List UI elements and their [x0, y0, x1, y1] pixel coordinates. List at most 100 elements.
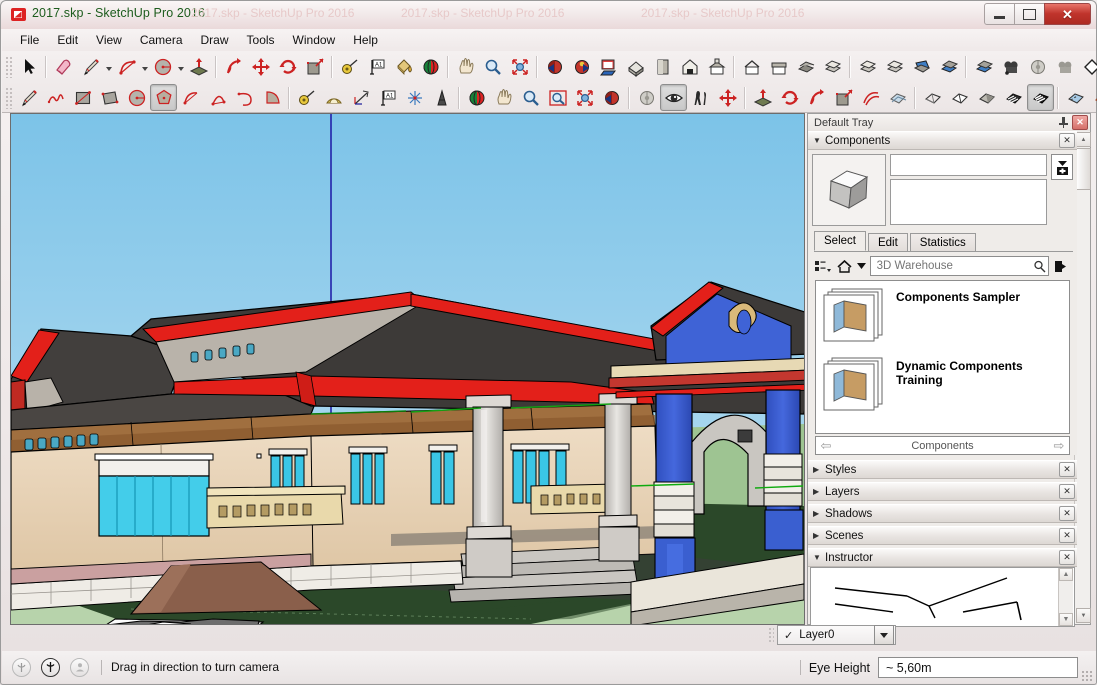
panel-header-components[interactable]: ▼ Components ✕	[808, 131, 1077, 150]
tape-measure-tool[interactable]	[336, 53, 363, 80]
section-display[interactable]	[935, 53, 962, 80]
zoom-window-tool[interactable]	[544, 84, 571, 111]
line-tool-2[interactable]	[15, 84, 42, 111]
styles-panel-close[interactable]: ✕	[1059, 462, 1075, 477]
layer-toolbar-grip[interactable]	[768, 627, 774, 643]
view-back[interactable]	[738, 53, 765, 80]
pan-tool[interactable]	[452, 53, 479, 80]
offset-tool[interactable]	[857, 84, 884, 111]
nav-forward-button[interactable]: ⇨	[1049, 438, 1069, 454]
details-button[interactable]	[1052, 257, 1070, 276]
view-right[interactable]	[703, 53, 730, 80]
style-wireframe[interactable]	[919, 84, 946, 111]
view-front[interactable]	[676, 53, 703, 80]
component-expand-button[interactable]	[1051, 154, 1073, 180]
view-top[interactable]	[649, 53, 676, 80]
view-left[interactable]	[765, 53, 792, 80]
tab-edit[interactable]: Edit	[867, 233, 908, 251]
tab-statistics[interactable]: Statistics	[909, 233, 976, 251]
rotated-rectangle-tool[interactable]	[96, 84, 123, 111]
menu-file[interactable]: File	[11, 30, 48, 50]
look-around-2[interactable]	[660, 84, 687, 111]
view-options-button[interactable]	[814, 257, 832, 276]
layer-delete[interactable]	[881, 53, 908, 80]
nav-back-button[interactable]: ⇦	[816, 438, 836, 454]
home-button[interactable]	[835, 257, 853, 276]
circle-tool-dropdown[interactable]	[176, 54, 185, 79]
instructor-panel-close[interactable]: ✕	[1059, 550, 1075, 565]
zoom-extents-tool[interactable]	[506, 53, 533, 80]
value-control-input[interactable]: ~ 5,60m	[878, 657, 1078, 678]
three-d-text-tool[interactable]	[428, 84, 455, 111]
menu-camera[interactable]: Camera	[131, 30, 192, 50]
eraser-tool[interactable]	[50, 53, 77, 80]
rotate-tool[interactable]	[274, 53, 301, 80]
style-shaded-texture[interactable]	[1000, 84, 1027, 111]
axes-tool-2[interactable]	[401, 84, 428, 111]
scroll-down-icon[interactable]: ▼	[1059, 613, 1073, 626]
layer-add[interactable]	[819, 53, 846, 80]
arc-tool-dropdown[interactable]	[140, 54, 149, 79]
warehouse-search-box[interactable]	[869, 256, 1049, 276]
circle-tool-2[interactable]	[123, 84, 150, 111]
components-list[interactable]: Components Sampler Dynamic Components Tr…	[815, 280, 1070, 434]
next-view[interactable]	[568, 53, 595, 80]
tab-select[interactable]: Select	[814, 231, 866, 251]
component-name-field[interactable]	[890, 154, 1047, 176]
style-back-edges[interactable]	[1062, 84, 1089, 111]
followme-tool[interactable]	[220, 53, 247, 80]
menu-tools[interactable]: Tools	[238, 30, 284, 50]
maximize-button[interactable]	[1014, 3, 1045, 25]
style-xray[interactable]	[884, 84, 911, 111]
zoom-extents-tool-2[interactable]	[571, 84, 598, 111]
print-button[interactable]	[595, 53, 622, 80]
menu-help[interactable]: Help	[344, 30, 387, 50]
text-tool[interactable]: A1	[374, 84, 401, 111]
scale-tool-2[interactable]	[830, 84, 857, 111]
search-input[interactable]	[874, 259, 1033, 273]
tray-close-button[interactable]: ✕	[1072, 115, 1088, 130]
sandbox-tool[interactable]	[1078, 53, 1097, 80]
user-account-icon[interactable]	[70, 657, 89, 677]
close-button[interactable]: ✕	[1044, 3, 1091, 25]
walk-tool[interactable]	[687, 84, 714, 111]
menu-edit[interactable]: Edit	[48, 30, 87, 50]
scale-tool[interactable]	[301, 53, 328, 80]
panel-header-instructor[interactable]: ▼ Instructor ✕	[808, 548, 1077, 567]
orbit-tool[interactable]	[417, 53, 444, 80]
arc-tool-2[interactable]	[177, 84, 204, 111]
panel-header-styles[interactable]: ▶ Styles ✕	[808, 460, 1077, 479]
style-shaded[interactable]	[973, 84, 1000, 111]
previous-view[interactable]	[541, 53, 568, 80]
scroll-up-icon[interactable]: ▲	[1059, 568, 1073, 581]
window-resize-grip[interactable]	[1081, 670, 1093, 682]
scene-manager[interactable]	[792, 53, 819, 80]
paint-bucket-tool[interactable]	[390, 53, 417, 80]
layer-manager[interactable]	[854, 53, 881, 80]
component-thumbnail[interactable]	[812, 154, 886, 226]
view-iso[interactable]	[622, 53, 649, 80]
three-point-arc-tool[interactable]	[231, 84, 258, 111]
panel-header-layers[interactable]: ▶ Layers ✕	[808, 482, 1077, 501]
components-panel-close[interactable]: ✕	[1059, 133, 1075, 148]
layer-dropdown[interactable]: ✓ Layer0	[777, 625, 896, 645]
instructor-scrollbar[interactable]: ▲ ▼	[1058, 568, 1073, 626]
style-sketchy[interactable]	[1089, 84, 1097, 111]
style-monochrome[interactable]	[1027, 84, 1054, 111]
credits-info-icon[interactable]	[41, 657, 60, 677]
pie-tool[interactable]	[258, 84, 285, 111]
move-tool-2[interactable]	[714, 84, 741, 111]
look-around[interactable]	[1051, 53, 1078, 80]
panel-header-scenes[interactable]: ▶ Scenes ✕	[808, 526, 1077, 545]
toolbar-grip[interactable]	[5, 86, 13, 109]
orbit-tool-2[interactable]	[463, 84, 490, 111]
menu-view[interactable]: View	[87, 30, 131, 50]
select-tool[interactable]	[15, 53, 42, 80]
list-item[interactable]: Components Sampler	[816, 281, 1069, 350]
section-plane[interactable]	[908, 53, 935, 80]
rotate-tool-2[interactable]	[776, 84, 803, 111]
previous-view-2[interactable]	[598, 84, 625, 111]
zoom-tool[interactable]	[479, 53, 506, 80]
pushpull-tool[interactable]	[185, 53, 212, 80]
position-camera[interactable]	[1024, 53, 1051, 80]
